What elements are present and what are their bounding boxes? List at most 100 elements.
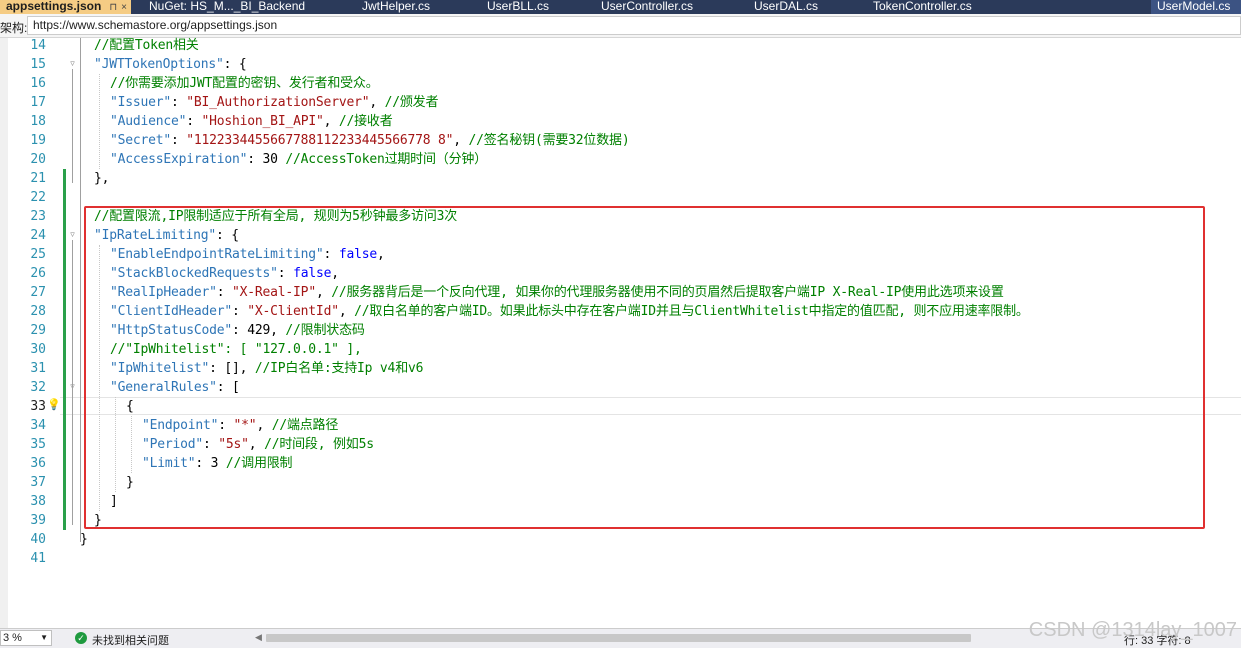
- tab-label: UserDAL.cs: [754, 0, 819, 13]
- code-text: "Secret": "11223344556677881122334455667…: [110, 131, 630, 150]
- code-token: "Issuer": [110, 95, 172, 110]
- code-token: :: [171, 133, 187, 148]
- code-line[interactable]: 22: [0, 188, 1241, 207]
- status-bar: 3 % ▼ ✓ 未找到相关问题 ◀ 行: 33 字符: 8 CSDN @1314…: [0, 619, 1241, 648]
- code-token: ,: [369, 95, 385, 110]
- tab-appsettings-json[interactable]: appsettings.json ⊓ ×: [0, 0, 131, 14]
- code-line[interactable]: 14 //配置Token相关: [0, 36, 1241, 55]
- line-number: 24: [30, 228, 46, 243]
- code-token: },: [94, 171, 110, 186]
- indent-guide: [115, 397, 116, 492]
- line-number: 19: [30, 133, 46, 148]
- tab-tokencontroller[interactable]: TokenController.cs: [867, 0, 1027, 14]
- indent-guide: [99, 74, 100, 169]
- horizontal-scrollbar[interactable]: [266, 634, 971, 642]
- indent-guide: [131, 416, 132, 473]
- line-number: 14: [30, 38, 46, 53]
- code-line[interactable]: 40}: [0, 530, 1241, 549]
- schema-url-field[interactable]: https://www.schemastore.org/appsettings.…: [27, 16, 1241, 35]
- line-number: 28: [30, 304, 46, 319]
- code-token: //签名秘钥(需要32位数据): [468, 133, 630, 148]
- line-number: 18: [30, 114, 46, 129]
- code-token: "Hoshion_BI_API": [201, 114, 324, 129]
- scroll-left-icon[interactable]: ◀: [255, 632, 262, 643]
- lightbulb-icon[interactable]: 💡: [47, 399, 61, 411]
- code-line[interactable]: 17 "Issuer": "BI_AuthorizationServer", //…: [0, 93, 1241, 112]
- issues-status[interactable]: 未找到相关问题: [92, 632, 169, 648]
- tab-label: UserModel.cs: [1157, 0, 1231, 13]
- code-token: "JWTTokenOptions": [94, 57, 224, 72]
- tab-label: appsettings.json: [6, 0, 102, 13]
- tab-nuget[interactable]: NuGet: HS_M..._BI_Backend: [143, 0, 355, 14]
- schema-label: 架构:: [0, 21, 28, 35]
- code-text: "Issuer": "BI_AuthorizationServer", //颁发…: [110, 93, 438, 112]
- code-line[interactable]: 19 "Secret": "112233445566778811223344556…: [0, 131, 1241, 150]
- check-icon[interactable]: ✓: [75, 632, 87, 644]
- line-number: 25: [30, 247, 46, 262]
- line-number: 23: [30, 209, 46, 224]
- line-number: 33: [30, 399, 46, 414]
- line-number: 21: [30, 171, 46, 186]
- line-number: 41: [30, 551, 46, 566]
- line-number: 38: [30, 494, 46, 509]
- line-number: 15: [30, 57, 46, 72]
- tab-label: TokenController.cs: [873, 0, 972, 13]
- code-line[interactable]: 15 "JWTTokenOptions": {: [0, 55, 1241, 74]
- code-text: },: [94, 169, 109, 188]
- tab-label: NuGet: HS_M..._BI_Backend: [149, 0, 306, 13]
- code-text: //你需要添加JWT配置的密钥、发行者和受众。: [110, 74, 379, 93]
- code-token: "Audience": [110, 114, 187, 129]
- code-token: : 30: [247, 152, 286, 167]
- code-line[interactable]: 41: [0, 549, 1241, 568]
- code-token: :: [171, 95, 187, 110]
- code-editor[interactable]: 14 //配置Token相关 15 "JWTTokenOptions": {16 //你…: [0, 38, 1241, 628]
- tab-usermodel[interactable]: UserModel.cs: [1151, 0, 1241, 14]
- code-token: ,: [453, 133, 469, 148]
- pin-icon[interactable]: ⊓: [109, 2, 117, 13]
- line-number: 26: [30, 266, 46, 281]
- fold-guide-line: [72, 69, 73, 183]
- code-text: "Audience": "Hoshion_BI_API", //接收者: [110, 112, 393, 131]
- tab-userdal[interactable]: UserDAL.cs: [748, 0, 866, 14]
- line-number: 39: [30, 513, 46, 528]
- fold-toggle-icon[interactable]: ▿: [68, 231, 77, 240]
- code-token: :: [186, 114, 202, 129]
- zoom-value: 3 %: [3, 632, 22, 644]
- code-token: }: [80, 532, 88, 547]
- watermark: CSDN @1314lay_1007: [1028, 619, 1237, 641]
- code-token: //AccessToken过期时间（分钟）: [285, 152, 487, 167]
- change-indicator-bar: [63, 169, 66, 530]
- line-number: 32: [30, 380, 46, 395]
- line-number: 30: [30, 342, 46, 357]
- tab-usercontroller[interactable]: UserController.cs: [595, 0, 747, 14]
- code-token: "BI_AuthorizationServer": [186, 95, 370, 110]
- fold-toggle-icon[interactable]: ▿: [68, 60, 77, 69]
- code-line[interactable]: 21},: [0, 169, 1241, 188]
- line-number: 35: [30, 437, 46, 452]
- code-line[interactable]: 18 "Audience": "Hoshion_BI_API", //接收者: [0, 112, 1241, 131]
- code-token: : {: [223, 57, 247, 72]
- code-text: //配置Token相关: [94, 36, 199, 55]
- zoom-select[interactable]: 3 % ▼: [0, 630, 52, 646]
- tab-label: JwtHelper.cs: [362, 0, 431, 13]
- tab-jwthelper[interactable]: JwtHelper.cs: [356, 0, 480, 14]
- code-token: "AccessExpiration": [110, 152, 248, 167]
- code-text: "JWTTokenOptions": {: [94, 55, 247, 74]
- indent-guide: [99, 245, 100, 511]
- code-text: }: [80, 530, 88, 549]
- fold-guide-line: [72, 240, 73, 525]
- code-token: "Secret": [110, 133, 172, 148]
- code-token: //配置Token相关: [94, 38, 199, 53]
- editor-tab-bar: appsettings.json ⊓ × NuGet: HS_M..._BI_Bac…: [0, 0, 1241, 14]
- code-text: "AccessExpiration": 30 //AccessToken过期时间…: [110, 150, 487, 169]
- code-line[interactable]: 16 //你需要添加JWT配置的密钥、发行者和受众。: [0, 74, 1241, 93]
- chevron-down-icon: ▼: [40, 633, 48, 642]
- code-line[interactable]: 20 "AccessExpiration": 30 //AccessToken过期…: [0, 150, 1241, 169]
- code-token: "1122334455667788112233445566778 8": [186, 133, 454, 148]
- line-number: 31: [30, 361, 46, 376]
- tab-userbll[interactable]: UserBLL.cs: [481, 0, 594, 14]
- schema-bar: 架构: https://www.schemastore.org/appsetti…: [0, 14, 1241, 38]
- line-number: 37: [30, 475, 46, 490]
- line-number: 22: [30, 190, 46, 205]
- close-icon[interactable]: ×: [121, 2, 127, 13]
